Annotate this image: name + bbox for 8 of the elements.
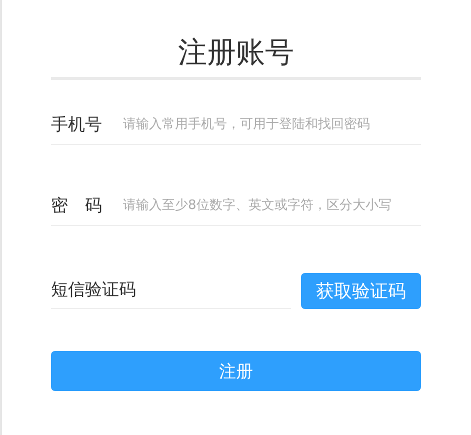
input-field[interactable]: 请输入至少8位数字、英文或字符，区分大小写 — [123, 198, 421, 212]
form-title: 注册账号 — [177, 34, 295, 71]
input-field[interactable]: 短信验证码 — [51, 272, 291, 309]
field-label: 手机号 — [51, 114, 103, 136]
get-code-button[interactable]: 获取验证码 — [301, 273, 421, 309]
input-field[interactable]: 请输入常用手机号，可用于登陆和找回密码 — [123, 116, 421, 132]
register-button[interactable]: 注册 — [51, 351, 421, 391]
field-label: 密 码 — [51, 194, 103, 216]
